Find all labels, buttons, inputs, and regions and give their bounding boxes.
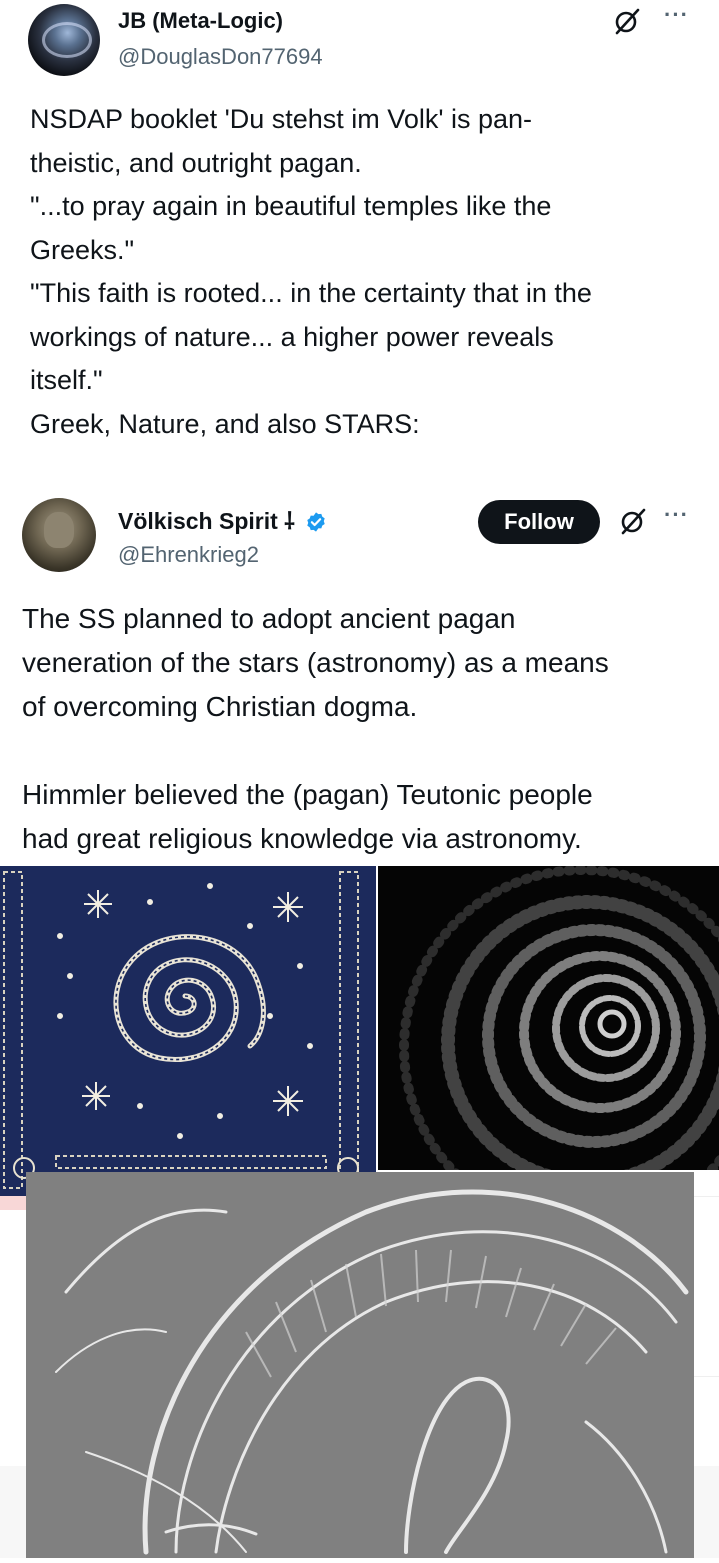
quoted-text-line: veneration of the stars (astronomy) as a… bbox=[22, 647, 609, 678]
quoted-paragraph: Himmler believed the (pagan) Teutonic pe… bbox=[22, 773, 593, 861]
more-options-icon[interactable]: ··· bbox=[664, 502, 689, 528]
avatar-halo bbox=[42, 22, 92, 58]
quoted-user-handle[interactable]: @Ehrenkrieg2 bbox=[118, 542, 259, 568]
edge-strip bbox=[694, 1466, 719, 1558]
dark-spiral-graphic bbox=[378, 865, 719, 1231]
more-options-icon[interactable]: ··· bbox=[664, 2, 689, 28]
tweet-text-line: workings of nature... a higher power rev… bbox=[30, 321, 554, 352]
quoted-avatar[interactable] bbox=[22, 498, 96, 572]
tweet-text-line: theistic, and outright pagan. bbox=[30, 147, 362, 178]
tweet-text-line: "...to pray again in beautiful temples l… bbox=[30, 191, 552, 221]
edge-strip bbox=[0, 1196, 26, 1210]
quoted-text-line: had great religious knowledge via astron… bbox=[22, 823, 582, 854]
grok-icon[interactable] bbox=[612, 6, 642, 36]
tweet-text-line: NSDAP booklet 'Du stehst im Volk' is pan… bbox=[30, 104, 533, 134]
verified-badge-icon bbox=[307, 512, 326, 532]
quoted-text-line: of overcoming Christian dogma. bbox=[22, 691, 418, 722]
avatar-face bbox=[44, 512, 74, 548]
ram-horn-engraving-image[interactable] bbox=[26, 1172, 694, 1558]
quoted-display-name[interactable]: Völkisch Spirit ⸸ bbox=[118, 504, 327, 536]
edge-strip bbox=[0, 1466, 26, 1558]
spiral-stars-graphic bbox=[0, 866, 376, 1196]
edge-strip bbox=[694, 1376, 719, 1467]
quoted-text-line: The SS planned to adopt ancient pagan bbox=[22, 603, 516, 634]
spiral-stars-panel-image[interactable] bbox=[0, 866, 376, 1196]
tweet-text-line: itself." bbox=[30, 365, 103, 395]
user-handle[interactable]: @DouglasDon77694 bbox=[118, 44, 323, 70]
tweet-text-line: Greeks." bbox=[30, 234, 135, 265]
engraving-graphic bbox=[26, 1172, 694, 1558]
dark-spiral-galaxy-image[interactable] bbox=[378, 865, 719, 1231]
follow-button[interactable]: Follow bbox=[478, 500, 600, 544]
edge-strip bbox=[694, 1196, 719, 1377]
tweet-text-line: Greek, Nature, and also STARS: bbox=[30, 408, 420, 439]
avatar[interactable] bbox=[28, 4, 100, 76]
edge-strip bbox=[0, 1210, 26, 1466]
tweet-text-line: "This faith is rooted... in the certaint… bbox=[30, 278, 592, 308]
quoted-text-line: Himmler believed the (pagan) Teutonic pe… bbox=[22, 779, 593, 810]
display-name[interactable]: JB (Meta-Logic) bbox=[118, 8, 283, 34]
tweet-text: NSDAP booklet 'Du stehst im Volk' is pan… bbox=[30, 98, 700, 446]
quoted-paragraph: The SS planned to adopt ancient pagan ve… bbox=[22, 597, 609, 729]
quoted-display-name-text: Völkisch Spirit ⸸ bbox=[118, 508, 295, 534]
grok-icon[interactable] bbox=[618, 506, 648, 536]
